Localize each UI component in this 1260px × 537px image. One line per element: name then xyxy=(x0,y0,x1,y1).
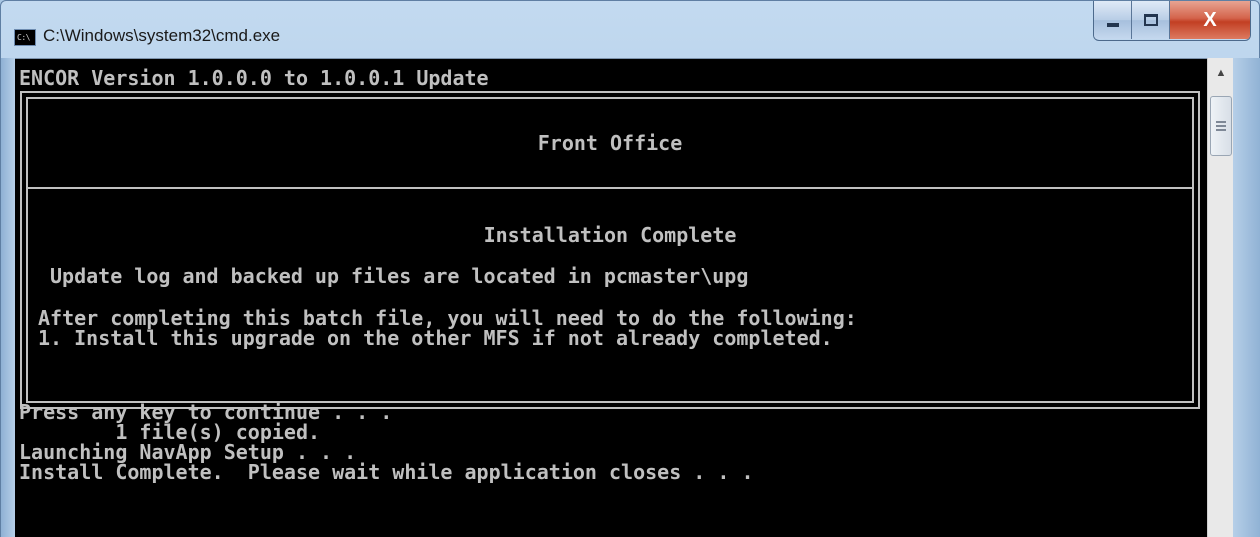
vertical-scrollbar[interactable]: ▲ xyxy=(1207,58,1233,537)
window-right-border xyxy=(1233,58,1260,537)
cmd-app-icon[interactable]: C:\ xyxy=(14,29,36,46)
maximize-button[interactable] xyxy=(1132,1,1170,39)
box-title: Front Office xyxy=(537,131,683,155)
window-title: C:\Windows\system32\cmd.exe xyxy=(43,26,281,45)
maximize-icon xyxy=(1143,14,1158,26)
minimize-button[interactable] xyxy=(1094,1,1132,39)
close-icon: X xyxy=(1203,8,1217,31)
output-line: Install Complete. Please wait while appl… xyxy=(19,460,754,484)
minimize-icon xyxy=(1106,23,1119,27)
info-box: Front Office Installation Complete Updat… xyxy=(20,91,1200,409)
scroll-thumb[interactable] xyxy=(1210,96,1232,156)
close-button[interactable]: X xyxy=(1170,1,1250,39)
console-output[interactable]: ENCOR Version 1.0.0.0 to 1.0.0.1 Update … xyxy=(15,58,1207,537)
title-bar[interactable]: C:\ C:\Windows\system32\cmd.exe X xyxy=(1,1,1259,57)
cmd-window: C:\ C:\Windows\system32\cmd.exe X ENCOR … xyxy=(0,0,1260,537)
arrow-up-icon: ▲ xyxy=(1215,67,1227,79)
header-line: ENCOR Version 1.0.0.0 to 1.0.0.1 Update xyxy=(19,66,489,90)
caption-buttons: X xyxy=(1093,1,1251,41)
box-log-info: Update log and backed up files are locat… xyxy=(50,264,749,288)
box-divider xyxy=(28,187,1192,189)
grip-icon xyxy=(1216,121,1226,131)
box-instructions-line2: 1. Install this upgrade on the other MFS… xyxy=(38,326,833,350)
scroll-up-button[interactable]: ▲ xyxy=(1208,58,1234,88)
info-box-inner: Front Office Installation Complete Updat… xyxy=(26,97,1194,403)
window-left-border xyxy=(1,58,15,537)
box-status: Installation Complete xyxy=(483,223,737,247)
